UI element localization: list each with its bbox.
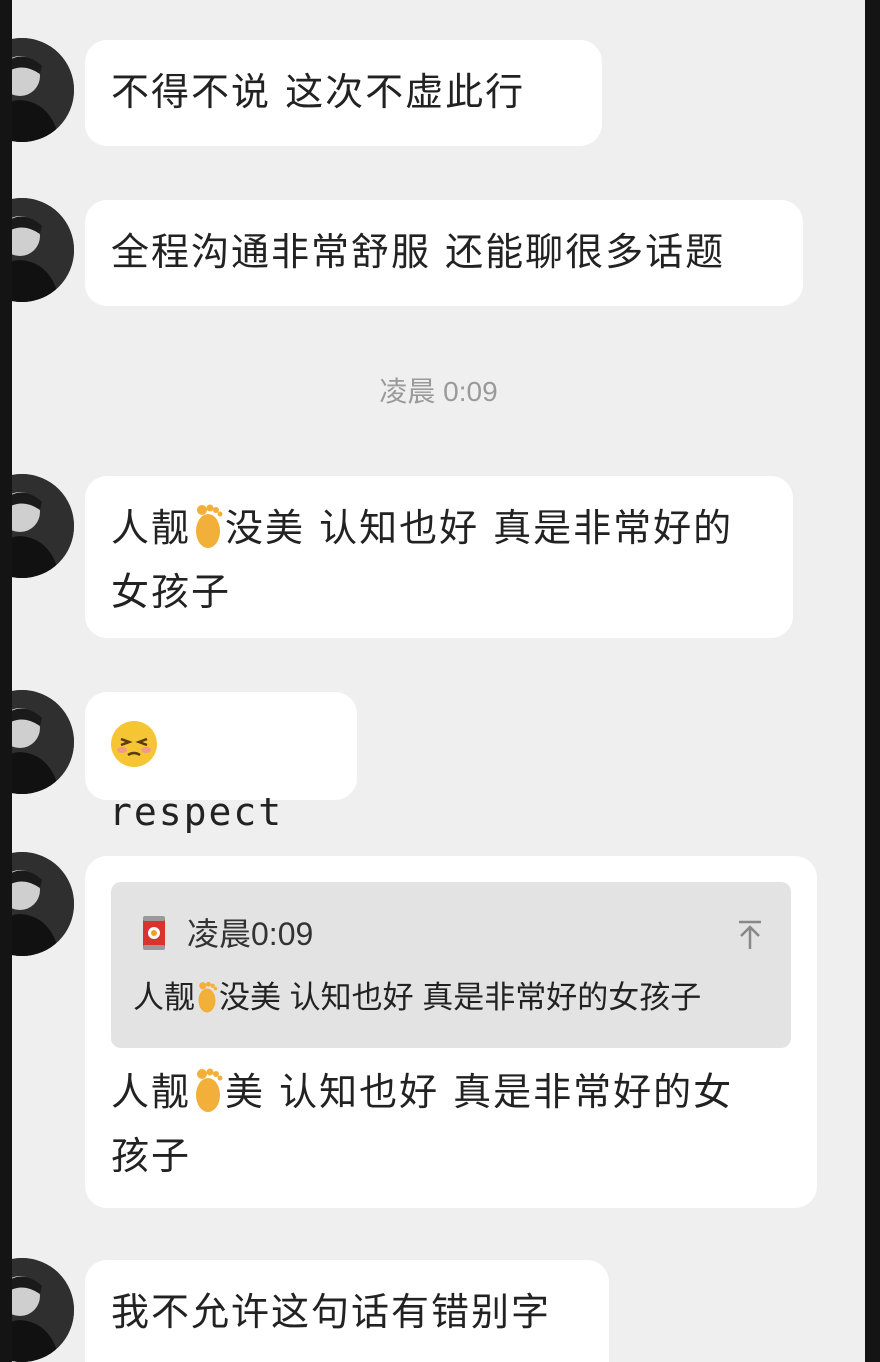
avatar-image bbox=[12, 690, 74, 794]
message-text: respect bbox=[85, 692, 357, 862]
message-text-part: respect bbox=[109, 790, 284, 834]
message-text: 人靓 没美 认知也好 真是非常好的女孩子 bbox=[85, 476, 793, 644]
message-text: 全程沟通非常舒服 还能聊很多话题 bbox=[111, 230, 726, 274]
message-text-part: 人靓 bbox=[111, 1070, 192, 1114]
message-bubble[interactable]: 全程沟通非常舒服 还能聊很多话题 bbox=[85, 200, 803, 306]
avatar[interactable] bbox=[12, 852, 74, 956]
avatar-image bbox=[12, 38, 74, 142]
avatar-image bbox=[12, 198, 74, 302]
avatar-image bbox=[12, 1258, 74, 1362]
quote-timestamp: 凌晨0:09 bbox=[187, 916, 314, 952]
quote-text-part: 没美 认知也好 真是非常好的女孩子 bbox=[219, 980, 702, 1015]
message-bubble[interactable]: respect bbox=[85, 692, 357, 834]
message-text-part: 人靓 bbox=[111, 506, 192, 550]
message-bubble[interactable]: 不得不说 这次不虚此行 bbox=[85, 40, 602, 146]
message-bubble[interactable]: 人靓 没美 认知也好 真是非常好的女孩子 bbox=[85, 476, 793, 638]
soda-can-icon bbox=[141, 912, 167, 968]
message-text: 不得不说 这次不虚此行 bbox=[111, 70, 526, 114]
scroll-to-top-icon[interactable] bbox=[737, 910, 763, 966]
embarrassed-face-emoji-icon bbox=[109, 719, 159, 784]
chat-area[interactable]: 不得不说 这次不虚此行 全程沟通非常舒服 还能聊很多话题 凌晨 0:09 人靓没… bbox=[12, 0, 865, 1362]
avatar[interactable] bbox=[12, 474, 74, 578]
avatar[interactable] bbox=[12, 1258, 74, 1362]
quote-text: 人靓 没美 认知也好 真是非常好的女孩子 bbox=[133, 978, 701, 1024]
message-text: 人靓美 认知也好 真是非常好的女孩子 bbox=[85, 1054, 785, 1194]
timestamp: 凌晨 0:09 bbox=[379, 376, 498, 407]
quoted-message[interactable]: 凌晨0:09 人靓 没美 认知也好 真是非常好的女孩子 bbox=[111, 882, 791, 1048]
avatar-image bbox=[12, 852, 74, 956]
message-bubble[interactable]: 凌晨0:09 人靓 没美 认知也好 真是非常好的女孩子 人靓美 认知也好 真是非常… bbox=[85, 856, 817, 1208]
foot-emoji-icon bbox=[195, 980, 219, 1024]
avatar[interactable] bbox=[12, 198, 74, 302]
foot-emoji-icon bbox=[191, 503, 225, 564]
message-text: 我不允许这句话有错别字 bbox=[111, 1290, 552, 1334]
avatar[interactable] bbox=[12, 690, 74, 794]
message-bubble[interactable]: 我不允许这句话有错别字 bbox=[85, 1260, 609, 1362]
avatar-image bbox=[12, 474, 74, 578]
avatar[interactable] bbox=[12, 38, 74, 142]
foot-emoji-icon bbox=[191, 1067, 225, 1128]
quote-text-part: 人靓 bbox=[133, 980, 195, 1015]
